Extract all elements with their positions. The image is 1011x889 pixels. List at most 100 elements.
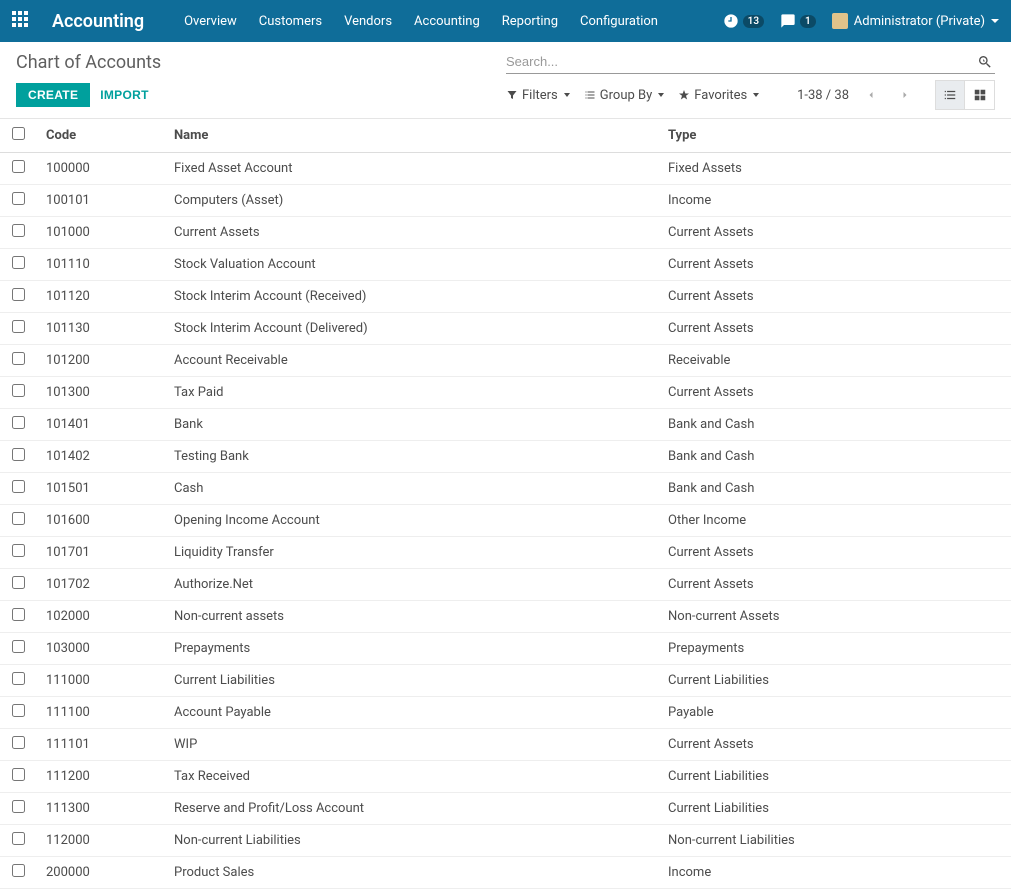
view-kanban-button[interactable] xyxy=(965,80,995,110)
table-row[interactable]: 101402Testing BankBank and Cash xyxy=(0,441,1011,473)
row-checkbox[interactable] xyxy=(12,768,25,781)
cell-code[interactable]: 111300 xyxy=(36,793,164,825)
cell-type[interactable]: Prepayments xyxy=(658,633,1011,665)
cell-type[interactable]: Current Assets xyxy=(658,729,1011,761)
cell-code[interactable]: 103000 xyxy=(36,633,164,665)
cell-name[interactable]: Tax Received xyxy=(164,761,658,793)
cell-name[interactable]: Liquidity Transfer xyxy=(164,537,658,569)
cell-type[interactable]: Non-current Assets xyxy=(658,601,1011,633)
table-row[interactable]: 111100Account PayablePayable xyxy=(0,697,1011,729)
row-checkbox[interactable] xyxy=(12,544,25,557)
cell-type[interactable]: Non-current Liabilities xyxy=(658,825,1011,857)
cell-code[interactable]: 111200 xyxy=(36,761,164,793)
row-checkbox[interactable] xyxy=(12,640,25,653)
filters-dropdown[interactable]: Filters xyxy=(506,88,570,103)
row-checkbox[interactable] xyxy=(12,512,25,525)
cell-type[interactable]: Current Assets xyxy=(658,281,1011,313)
cell-code[interactable]: 101000 xyxy=(36,217,164,249)
cell-name[interactable]: Account Receivable xyxy=(164,345,658,377)
pager-next-button[interactable] xyxy=(893,85,917,105)
table-row[interactable]: 101300Tax PaidCurrent Assets xyxy=(0,377,1011,409)
table-row[interactable]: 111101WIPCurrent Assets xyxy=(0,729,1011,761)
table-row[interactable]: 101130Stock Interim Account (Delivered)C… xyxy=(0,313,1011,345)
row-checkbox[interactable] xyxy=(12,160,25,173)
table-row[interactable]: 111300Reserve and Profit/Loss AccountCur… xyxy=(0,793,1011,825)
cell-type[interactable]: Receivable xyxy=(658,345,1011,377)
cell-name[interactable]: Non-current Liabilities xyxy=(164,825,658,857)
row-checkbox[interactable] xyxy=(12,448,25,461)
cell-type[interactable]: Current Assets xyxy=(658,217,1011,249)
cell-type[interactable]: Payable xyxy=(658,697,1011,729)
cell-code[interactable]: 101120 xyxy=(36,281,164,313)
row-checkbox[interactable] xyxy=(12,224,25,237)
cell-code[interactable]: 101501 xyxy=(36,473,164,505)
table-row[interactable]: 101200Account ReceivableReceivable xyxy=(0,345,1011,377)
cell-code[interactable]: 100000 xyxy=(36,153,164,185)
cell-code[interactable]: 101702 xyxy=(36,569,164,601)
cell-name[interactable]: Cash xyxy=(164,473,658,505)
cell-name[interactable]: Testing Bank xyxy=(164,441,658,473)
row-checkbox[interactable] xyxy=(12,704,25,717)
table-row[interactable]: 101110Stock Valuation AccountCurrent Ass… xyxy=(0,249,1011,281)
cell-name[interactable]: Non-current assets xyxy=(164,601,658,633)
cell-code[interactable]: 101130 xyxy=(36,313,164,345)
cell-code[interactable]: 101600 xyxy=(36,505,164,537)
row-checkbox[interactable] xyxy=(12,672,25,685)
table-row[interactable]: 100101Computers (Asset)Income xyxy=(0,185,1011,217)
select-all-checkbox[interactable] xyxy=(12,127,25,140)
table-row[interactable]: 111200Tax ReceivedCurrent Liabilities xyxy=(0,761,1011,793)
row-checkbox[interactable] xyxy=(12,256,25,269)
cell-name[interactable]: Product Sales xyxy=(164,857,658,889)
cell-name[interactable]: Account Payable xyxy=(164,697,658,729)
cell-name[interactable]: Current Liabilities xyxy=(164,665,658,697)
table-row[interactable]: 101600Opening Income AccountOther Income xyxy=(0,505,1011,537)
cell-code[interactable]: 101401 xyxy=(36,409,164,441)
cell-code[interactable]: 101402 xyxy=(36,441,164,473)
search-expand-button[interactable] xyxy=(975,52,995,72)
cell-code[interactable]: 112000 xyxy=(36,825,164,857)
search-input[interactable] xyxy=(506,50,975,73)
messaging-button[interactable]: 1 xyxy=(780,13,816,29)
row-checkbox[interactable] xyxy=(12,416,25,429)
pager-text[interactable]: 1-38 / 38 xyxy=(797,88,849,103)
cell-code[interactable]: 111100 xyxy=(36,697,164,729)
groupby-dropdown[interactable]: Group By xyxy=(584,88,665,103)
cell-type[interactable]: Current Assets xyxy=(658,313,1011,345)
cell-name[interactable]: Fixed Asset Account xyxy=(164,153,658,185)
nav-accounting[interactable]: Accounting xyxy=(414,14,480,29)
cell-type[interactable]: Current Assets xyxy=(658,249,1011,281)
row-checkbox[interactable] xyxy=(12,480,25,493)
cell-name[interactable]: Bank xyxy=(164,409,658,441)
activity-button[interactable]: 13 xyxy=(723,13,764,29)
user-menu[interactable]: Administrator (Private) xyxy=(832,13,999,29)
cell-type[interactable]: Income xyxy=(658,857,1011,889)
apps-icon[interactable] xyxy=(12,11,32,31)
cell-code[interactable]: 101110 xyxy=(36,249,164,281)
row-checkbox[interactable] xyxy=(12,608,25,621)
cell-type[interactable]: Bank and Cash xyxy=(658,441,1011,473)
column-name[interactable]: Name xyxy=(164,119,658,153)
app-brand[interactable]: Accounting xyxy=(52,11,144,32)
cell-code[interactable]: 111000 xyxy=(36,665,164,697)
table-row[interactable]: 101501CashBank and Cash xyxy=(0,473,1011,505)
cell-type[interactable]: Current Liabilities xyxy=(658,761,1011,793)
favorites-dropdown[interactable]: Favorites xyxy=(678,88,759,103)
table-row[interactable]: 101000Current AssetsCurrent Assets xyxy=(0,217,1011,249)
row-checkbox[interactable] xyxy=(12,192,25,205)
cell-type[interactable]: Bank and Cash xyxy=(658,473,1011,505)
cell-type[interactable]: Fixed Assets xyxy=(658,153,1011,185)
column-code[interactable]: Code xyxy=(36,119,164,153)
table-row[interactable]: 200000Product SalesIncome xyxy=(0,857,1011,889)
cell-code[interactable]: 101300 xyxy=(36,377,164,409)
cell-type[interactable]: Current Liabilities xyxy=(658,793,1011,825)
cell-type[interactable]: Current Assets xyxy=(658,569,1011,601)
cell-code[interactable]: 101701 xyxy=(36,537,164,569)
cell-name[interactable]: Reserve and Profit/Loss Account xyxy=(164,793,658,825)
cell-name[interactable]: Stock Interim Account (Delivered) xyxy=(164,313,658,345)
create-button[interactable]: CREATE xyxy=(16,83,90,107)
table-row[interactable]: 101401BankBank and Cash xyxy=(0,409,1011,441)
row-checkbox[interactable] xyxy=(12,736,25,749)
cell-name[interactable]: Stock Interim Account (Received) xyxy=(164,281,658,313)
cell-name[interactable]: Authorize.Net xyxy=(164,569,658,601)
nav-configuration[interactable]: Configuration xyxy=(580,14,658,29)
